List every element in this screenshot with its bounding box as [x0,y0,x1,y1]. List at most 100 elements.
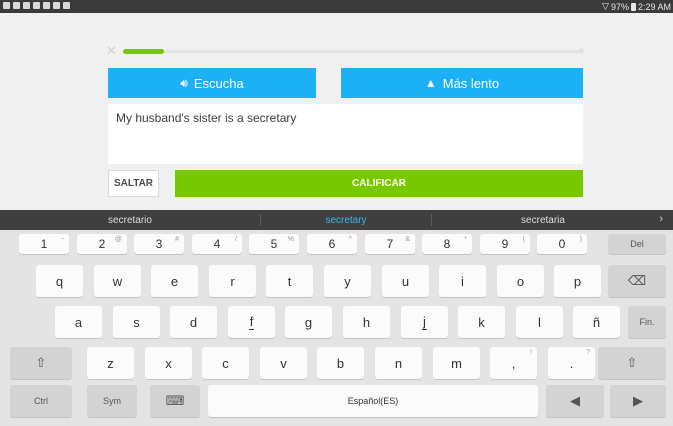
number-key-1[interactable]: 1- [19,234,69,254]
slow-label: Más lento [442,75,500,91]
enter-key-label: Fin. [639,317,655,327]
comma-key-alt-label: ! [530,349,532,356]
letter-key-s-label: s [133,314,140,330]
number-key-1-alt-label: - [61,236,64,243]
letter-key-b-label: b [336,355,345,371]
close-icon[interactable]: ✕ [106,44,117,57]
letter-key-n-label: n [394,355,403,371]
clock: 2:29 AM [637,1,671,12]
suggestion-3[interactable]: secretaria [432,215,654,226]
number-key-9[interactable]: 9( [480,234,530,254]
arrow-left-icon: ◀ [570,393,580,408]
number-key-3[interactable]: 3 # [134,234,184,254]
number-key-7[interactable]: 7 & [365,234,415,254]
listen-button[interactable]: 🔊︎ Escucha [108,68,316,98]
number-key-5-alt-label: % [287,236,294,243]
suggestion-bar: secretario secretary secretaria › [0,210,673,230]
shift-key-left[interactable]: ⇧ [10,347,72,379]
suggestion-2-selected[interactable]: secretary [261,215,431,226]
letter-key-t[interactable]: t [266,265,313,297]
letter-key-b[interactable]: b [317,347,364,379]
notification-icon [3,2,10,9]
letter-key-l-label: l [538,314,541,330]
letter-key-u[interactable]: u [382,265,429,297]
letter-key-g-label: g [304,314,313,330]
number-key-0[interactable]: 0) [537,234,587,254]
letter-key-c-label: c [222,355,229,371]
number-key-8[interactable]: 8 * [422,234,472,254]
letter-key-y[interactable]: y [324,265,371,297]
notification-icons [3,2,70,9]
number-key-6[interactable]: 6 ^ [307,234,357,254]
letter-key-k[interactable]: k [458,306,505,338]
letter-key-j[interactable]: j [401,306,448,338]
letter-key-v[interactable]: v [260,347,307,379]
letter-key-h[interactable]: h [343,306,390,338]
delete-key[interactable]: Del [608,234,666,254]
number-key-7-label: 7 [386,237,394,251]
letter-key-j-label: j [422,314,427,330]
period-key-alt-label: ? [586,349,590,356]
letter-key-a[interactable]: a [55,306,102,338]
notification-icon [13,2,20,9]
enter-key[interactable]: Fin. [628,306,666,338]
chevron-right-icon[interactable]: › [659,213,663,225]
comma-key[interactable]: ,! [490,347,537,379]
keyboard-settings-key[interactable]: ⌨ [150,385,200,417]
notification-icon [33,2,40,9]
number-key-6-alt-label: ^ [348,236,352,243]
number-key-5[interactable]: 5% [249,234,299,254]
letter-key-d[interactable]: d [170,306,217,338]
letter-key-n[interactable]: n [375,347,422,379]
letter-key-o[interactable]: o [497,265,544,297]
number-key-9-label: 9 [501,237,509,251]
number-key-2[interactable]: 2 @ [77,234,127,254]
slow-listen-button[interactable]: ▲ Más lento [341,68,583,98]
letter-key-m-label: m [451,355,462,371]
letter-key-m[interactable]: m [433,347,480,379]
shift-key-right[interactable]: ⇧ [598,347,666,379]
letter-key-w[interactable]: w [94,265,141,297]
backspace-key[interactable]: ⌫ [608,265,666,297]
letter-key-c[interactable]: c [202,347,249,379]
notification-icon [53,2,60,9]
letter-key-d-label: d [189,314,198,330]
wifi-icon: ▽ [602,1,609,11]
letter-key-x[interactable]: x [145,347,192,379]
cursor-right-key[interactable]: ▶ [610,385,666,417]
letter-key-z[interactable]: z [87,347,134,379]
letter-key-t-label: t [287,273,292,289]
letter-key-r[interactable]: r [209,265,256,297]
status-bar: ▽ 97% 2:29 AM [0,0,673,13]
letter-key-w-label: w [112,273,123,289]
number-key-2-label: 2 [98,237,106,251]
letter-key-g[interactable]: g [285,306,332,338]
period-key[interactable]: .? [548,347,595,379]
ctrl-key[interactable]: Ctrl [10,385,72,417]
letter-key-ñ[interactable]: ñ [573,306,620,338]
letter-key-x-label: x [165,355,172,371]
letter-key-i[interactable]: i [439,265,486,297]
number-key-4[interactable]: 4/ [192,234,242,254]
cursor-left-key[interactable]: ◀ [546,385,604,417]
arrow-right-icon: ▶ [633,393,643,408]
battery-icon [630,2,636,11]
letter-key-e[interactable]: e [151,265,198,297]
notification-icon [23,2,30,9]
letter-key-p-label: p [573,273,582,289]
comma-key-label: , [511,355,516,371]
answer-input[interactable]: My husband's sister is a secretary [108,104,583,164]
letter-key-q[interactable]: q [36,265,83,297]
letter-key-f[interactable]: f [228,306,275,338]
letter-key-l[interactable]: l [516,306,563,338]
letter-key-i-label: i [461,273,464,289]
answer-text: My husband's sister is a secretary [116,111,297,125]
suggestion-1[interactable]: secretario [0,215,260,226]
check-button[interactable]: CALIFICAR [175,170,583,197]
space-key[interactable]: Español(ES) [208,385,538,417]
sym-key[interactable]: Sym [87,385,137,417]
onscreen-keyboard: secretario secretary secretaria › 1- 2 @ 3 #… [0,210,673,426]
skip-button[interactable]: SALTAR [108,170,159,197]
letter-key-s[interactable]: s [113,306,160,338]
letter-key-p[interactable]: p [554,265,601,297]
